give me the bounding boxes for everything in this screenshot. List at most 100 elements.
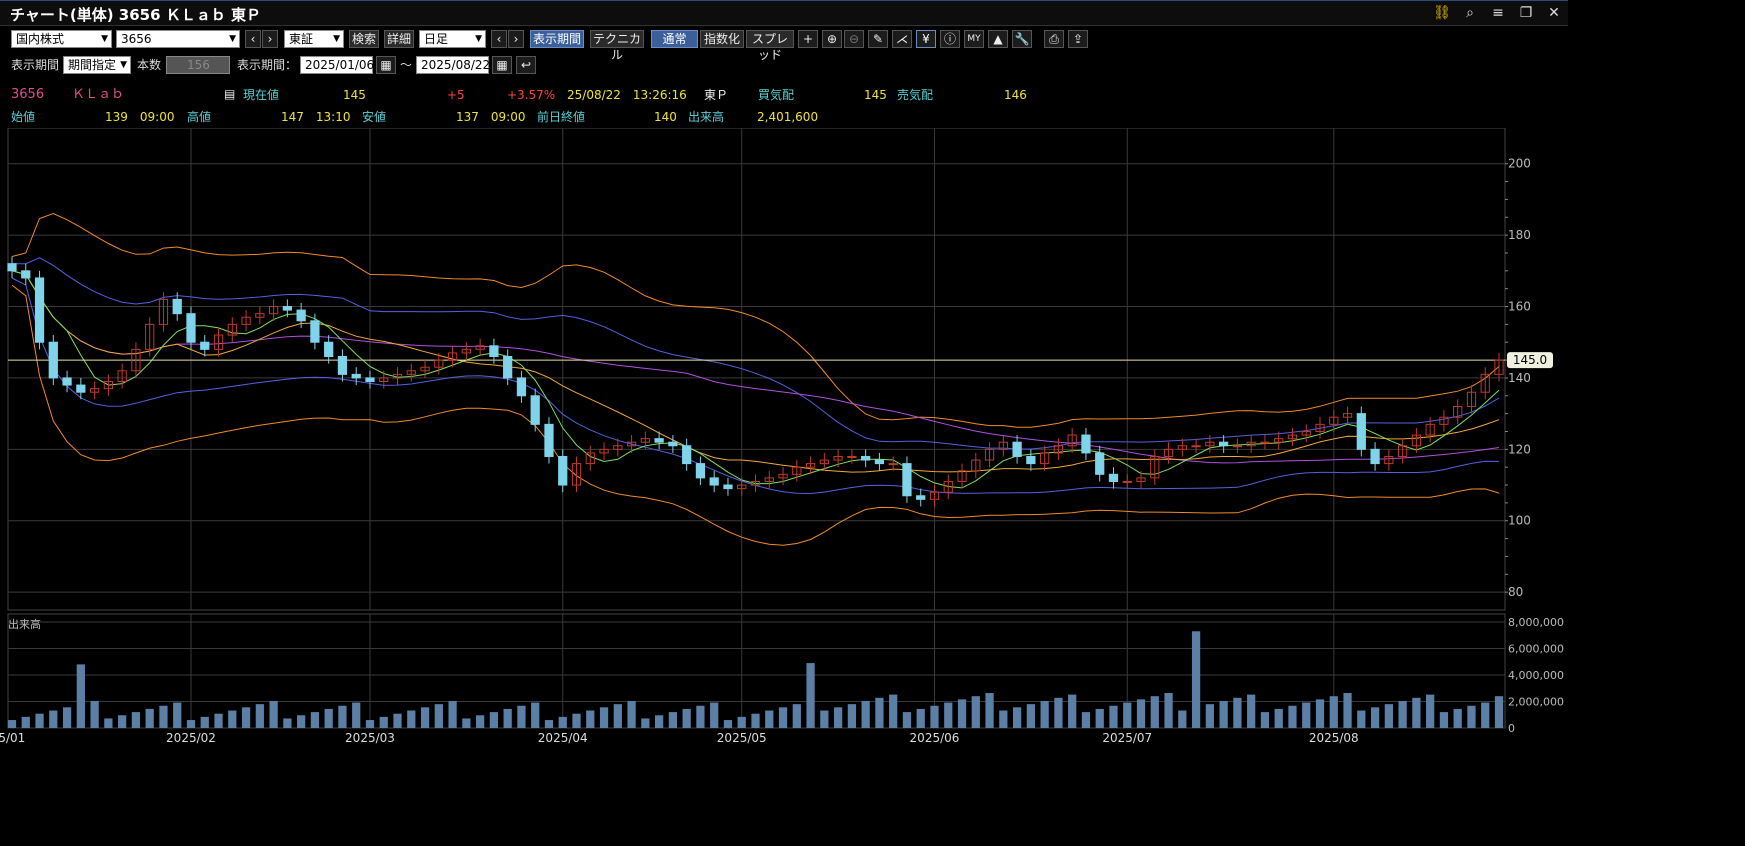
chevron-down-icon: ▼ bbox=[333, 34, 340, 44]
price-tick-label: 140 bbox=[1508, 371, 1531, 385]
volume-bar bbox=[1026, 704, 1035, 728]
volume-bar bbox=[1315, 699, 1325, 728]
interval-select[interactable]: 日足 ▼ bbox=[419, 30, 486, 48]
volume-bar bbox=[1260, 712, 1270, 728]
interval-select-value: 日足 bbox=[424, 32, 449, 46]
restore-icon[interactable]: ❐ bbox=[1512, 5, 1540, 21]
chart-grid bbox=[7, 128, 1506, 729]
indicator-lines bbox=[8, 212, 1505, 546]
document-icon[interactable]: ▤ bbox=[224, 87, 235, 101]
count-input[interactable]: 156 bbox=[166, 56, 230, 74]
candle-body bbox=[365, 377, 375, 382]
volume-bar bbox=[1370, 707, 1380, 728]
print-icon[interactable]: ⎙ bbox=[1044, 30, 1064, 48]
volume-bar bbox=[1164, 693, 1173, 728]
my-icon[interactable]: MY bbox=[964, 30, 984, 48]
search-icon[interactable]: ⌕ bbox=[1456, 5, 1484, 21]
export-icon[interactable]: ⇪ bbox=[1068, 30, 1088, 48]
exchange-select[interactable]: 東証 ▼ bbox=[284, 30, 344, 48]
date-to-input[interactable]: 2025/08/22 bbox=[416, 56, 490, 74]
crosshair-icon[interactable]: + bbox=[798, 30, 818, 48]
menu-icon[interactable]: ≡ bbox=[1484, 5, 1512, 21]
candle-body bbox=[1356, 413, 1366, 450]
volume-bar bbox=[352, 702, 361, 728]
calendar-icon[interactable]: ▦ bbox=[376, 56, 396, 74]
current-value: 145 bbox=[343, 88, 366, 102]
spread-mode-button[interactable]: スプレッド bbox=[746, 30, 794, 62]
candle-body bbox=[916, 495, 926, 500]
candle-body bbox=[1108, 473, 1119, 482]
close-icon[interactable]: ✕ bbox=[1540, 5, 1568, 21]
price-chart[interactable]: 200 180 160 140 120 100 80 8,000,000 6,000,000 4,… bbox=[0, 128, 1568, 760]
price-tick-label: 80 bbox=[1508, 585, 1523, 599]
time-axis-label: 2025/07 bbox=[1102, 731, 1152, 745]
zoom-out-icon[interactable]: ⊖ bbox=[844, 30, 864, 48]
volume-bar bbox=[1012, 707, 1022, 728]
period-mode-select[interactable]: 期間指定 ▼ bbox=[63, 56, 131, 74]
area-chart-icon[interactable]: ▲ bbox=[988, 30, 1008, 48]
volume-bar bbox=[1068, 694, 1077, 728]
window-title: チャート(単体) 3656 ＫＬａｂ 東Ｐ bbox=[10, 6, 261, 24]
time-axis-label: 2025/08 bbox=[1309, 731, 1359, 745]
volume-bar bbox=[393, 713, 402, 728]
volume-bar bbox=[723, 720, 733, 728]
candle-body bbox=[76, 384, 86, 393]
candle-body bbox=[544, 423, 554, 457]
volume-bar bbox=[1219, 700, 1228, 728]
count-input-value: 156 bbox=[187, 58, 210, 72]
period-button[interactable]: 表示期間 bbox=[530, 30, 584, 48]
candle-body bbox=[324, 341, 334, 358]
price-tick-label: 160 bbox=[1508, 300, 1531, 314]
volume-tick-label: 8,000,000 bbox=[1508, 616, 1564, 629]
date-from-input[interactable]: 2025/01/06 bbox=[300, 56, 374, 74]
candle-body bbox=[1232, 445, 1243, 448]
volume-bar bbox=[875, 697, 884, 728]
prev-code-button[interactable]: ‹ bbox=[245, 30, 261, 48]
candle-body bbox=[1081, 434, 1091, 454]
bid-value: 145 bbox=[864, 88, 887, 102]
candle-body bbox=[1370, 448, 1380, 465]
detail-button[interactable]: 詳細 bbox=[384, 30, 414, 48]
normal-mode-button[interactable]: 通常 bbox=[651, 30, 698, 48]
trendline-icon[interactable]: ⋌ bbox=[892, 30, 912, 48]
volume-bar bbox=[1343, 693, 1352, 728]
volume-bar bbox=[1123, 702, 1132, 728]
wrench-icon[interactable]: 🔧 bbox=[1012, 30, 1032, 48]
volume-value: 2,401,600 bbox=[757, 110, 819, 124]
info-icon[interactable]: ⓘ bbox=[940, 30, 960, 48]
index-mode-button[interactable]: 指数化 bbox=[700, 30, 744, 48]
next-interval-button[interactable]: › bbox=[508, 30, 524, 48]
code-input[interactable]: 3656 ▼ bbox=[116, 30, 240, 48]
candle-body bbox=[48, 341, 58, 379]
market-select[interactable]: 国内株式 ▼ bbox=[11, 30, 112, 48]
prev-interval-button[interactable]: ‹ bbox=[491, 30, 507, 48]
next-code-button[interactable]: › bbox=[262, 30, 278, 48]
volume-bar bbox=[999, 710, 1008, 728]
zoom-in-icon[interactable]: ⊕ bbox=[822, 30, 842, 48]
candle-body bbox=[21, 270, 31, 279]
volume-bar bbox=[957, 699, 967, 728]
yen-icon[interactable]: ¥ bbox=[916, 30, 936, 48]
candle-body bbox=[503, 356, 513, 379]
volume-bar bbox=[476, 715, 485, 728]
range-label: 表示期間： bbox=[237, 58, 298, 72]
volume-bar bbox=[902, 712, 912, 728]
volume-bar bbox=[1426, 694, 1435, 728]
search-button[interactable]: 検索 bbox=[349, 30, 379, 48]
volume-bar bbox=[1398, 700, 1407, 728]
reset-icon[interactable]: ↩ bbox=[516, 56, 536, 74]
technical-button[interactable]: テクニカル bbox=[590, 30, 644, 62]
change-value: +5 bbox=[447, 88, 465, 102]
price-tick-label: 180 bbox=[1508, 228, 1531, 242]
pencil-icon[interactable]: ✎ bbox=[868, 30, 888, 48]
time-axis-label: 2025/03 bbox=[345, 731, 395, 745]
calendar-icon[interactable]: ▦ bbox=[492, 56, 512, 74]
volume-bar bbox=[889, 694, 898, 728]
price-tick-label: 100 bbox=[1508, 514, 1531, 528]
candlesticks bbox=[7, 256, 1504, 507]
link-icon[interactable]: ⛓ bbox=[1428, 5, 1456, 21]
candle-body bbox=[1012, 441, 1022, 457]
volume-bar bbox=[186, 720, 196, 728]
candle-body bbox=[654, 438, 664, 443]
volume-bar bbox=[1247, 694, 1256, 728]
